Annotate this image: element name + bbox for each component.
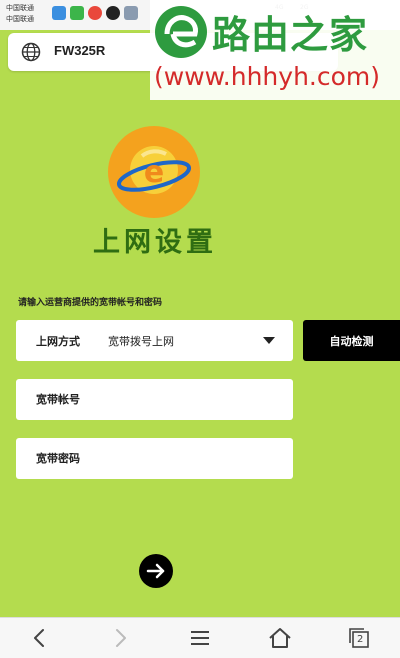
carrier-label-2: 中国联通 bbox=[6, 15, 34, 23]
tab-count: 2 bbox=[357, 634, 364, 645]
connection-mode-value: 宽带拨号上网 bbox=[108, 335, 174, 348]
password-input[interactable] bbox=[16, 438, 293, 479]
password-field bbox=[16, 438, 293, 479]
watermark: 路由之家 (www.hhhyh.com) bbox=[150, 0, 400, 100]
watermark-url: (www.hhhyh.com) bbox=[154, 62, 381, 91]
bottom-nav: 2 bbox=[0, 617, 400, 658]
notification-icons bbox=[52, 6, 138, 20]
globe-icon bbox=[21, 42, 41, 62]
page-title: 上网设置 bbox=[93, 227, 217, 258]
menu-icon[interactable] bbox=[186, 624, 214, 652]
account-input[interactable] bbox=[16, 379, 293, 420]
internet-logo-icon: e bbox=[108, 126, 200, 218]
connection-mode-label: 上网方式 bbox=[36, 335, 80, 348]
instruction-text: 请输入运营商提供的宽带帐号和密码 bbox=[18, 298, 163, 308]
url-text: FW325R bbox=[54, 43, 106, 58]
auto-detect-button[interactable]: 自动检测 bbox=[303, 320, 400, 361]
carrier-label-1: 中国联通 bbox=[6, 4, 34, 12]
watermark-name: 路由之家 bbox=[212, 13, 369, 57]
connection-mode-select[interactable]: 上网方式 宽带拨号上网 bbox=[16, 320, 293, 361]
tabs-button[interactable]: 2 bbox=[346, 624, 374, 652]
notification-icon bbox=[52, 6, 66, 20]
weibo-icon bbox=[88, 6, 102, 20]
qq-icon bbox=[106, 6, 120, 20]
account-field bbox=[16, 379, 293, 420]
image-icon bbox=[124, 6, 138, 20]
home-icon[interactable] bbox=[266, 624, 294, 652]
svg-text:e: e bbox=[144, 155, 164, 190]
forward-icon[interactable] bbox=[106, 624, 134, 652]
arrow-right-icon bbox=[146, 563, 165, 579]
next-button[interactable] bbox=[139, 554, 173, 588]
watermark-logo-icon bbox=[155, 6, 207, 58]
dropdown-arrow-icon bbox=[263, 337, 275, 344]
back-icon[interactable] bbox=[26, 624, 54, 652]
wechat-icon bbox=[70, 6, 84, 20]
